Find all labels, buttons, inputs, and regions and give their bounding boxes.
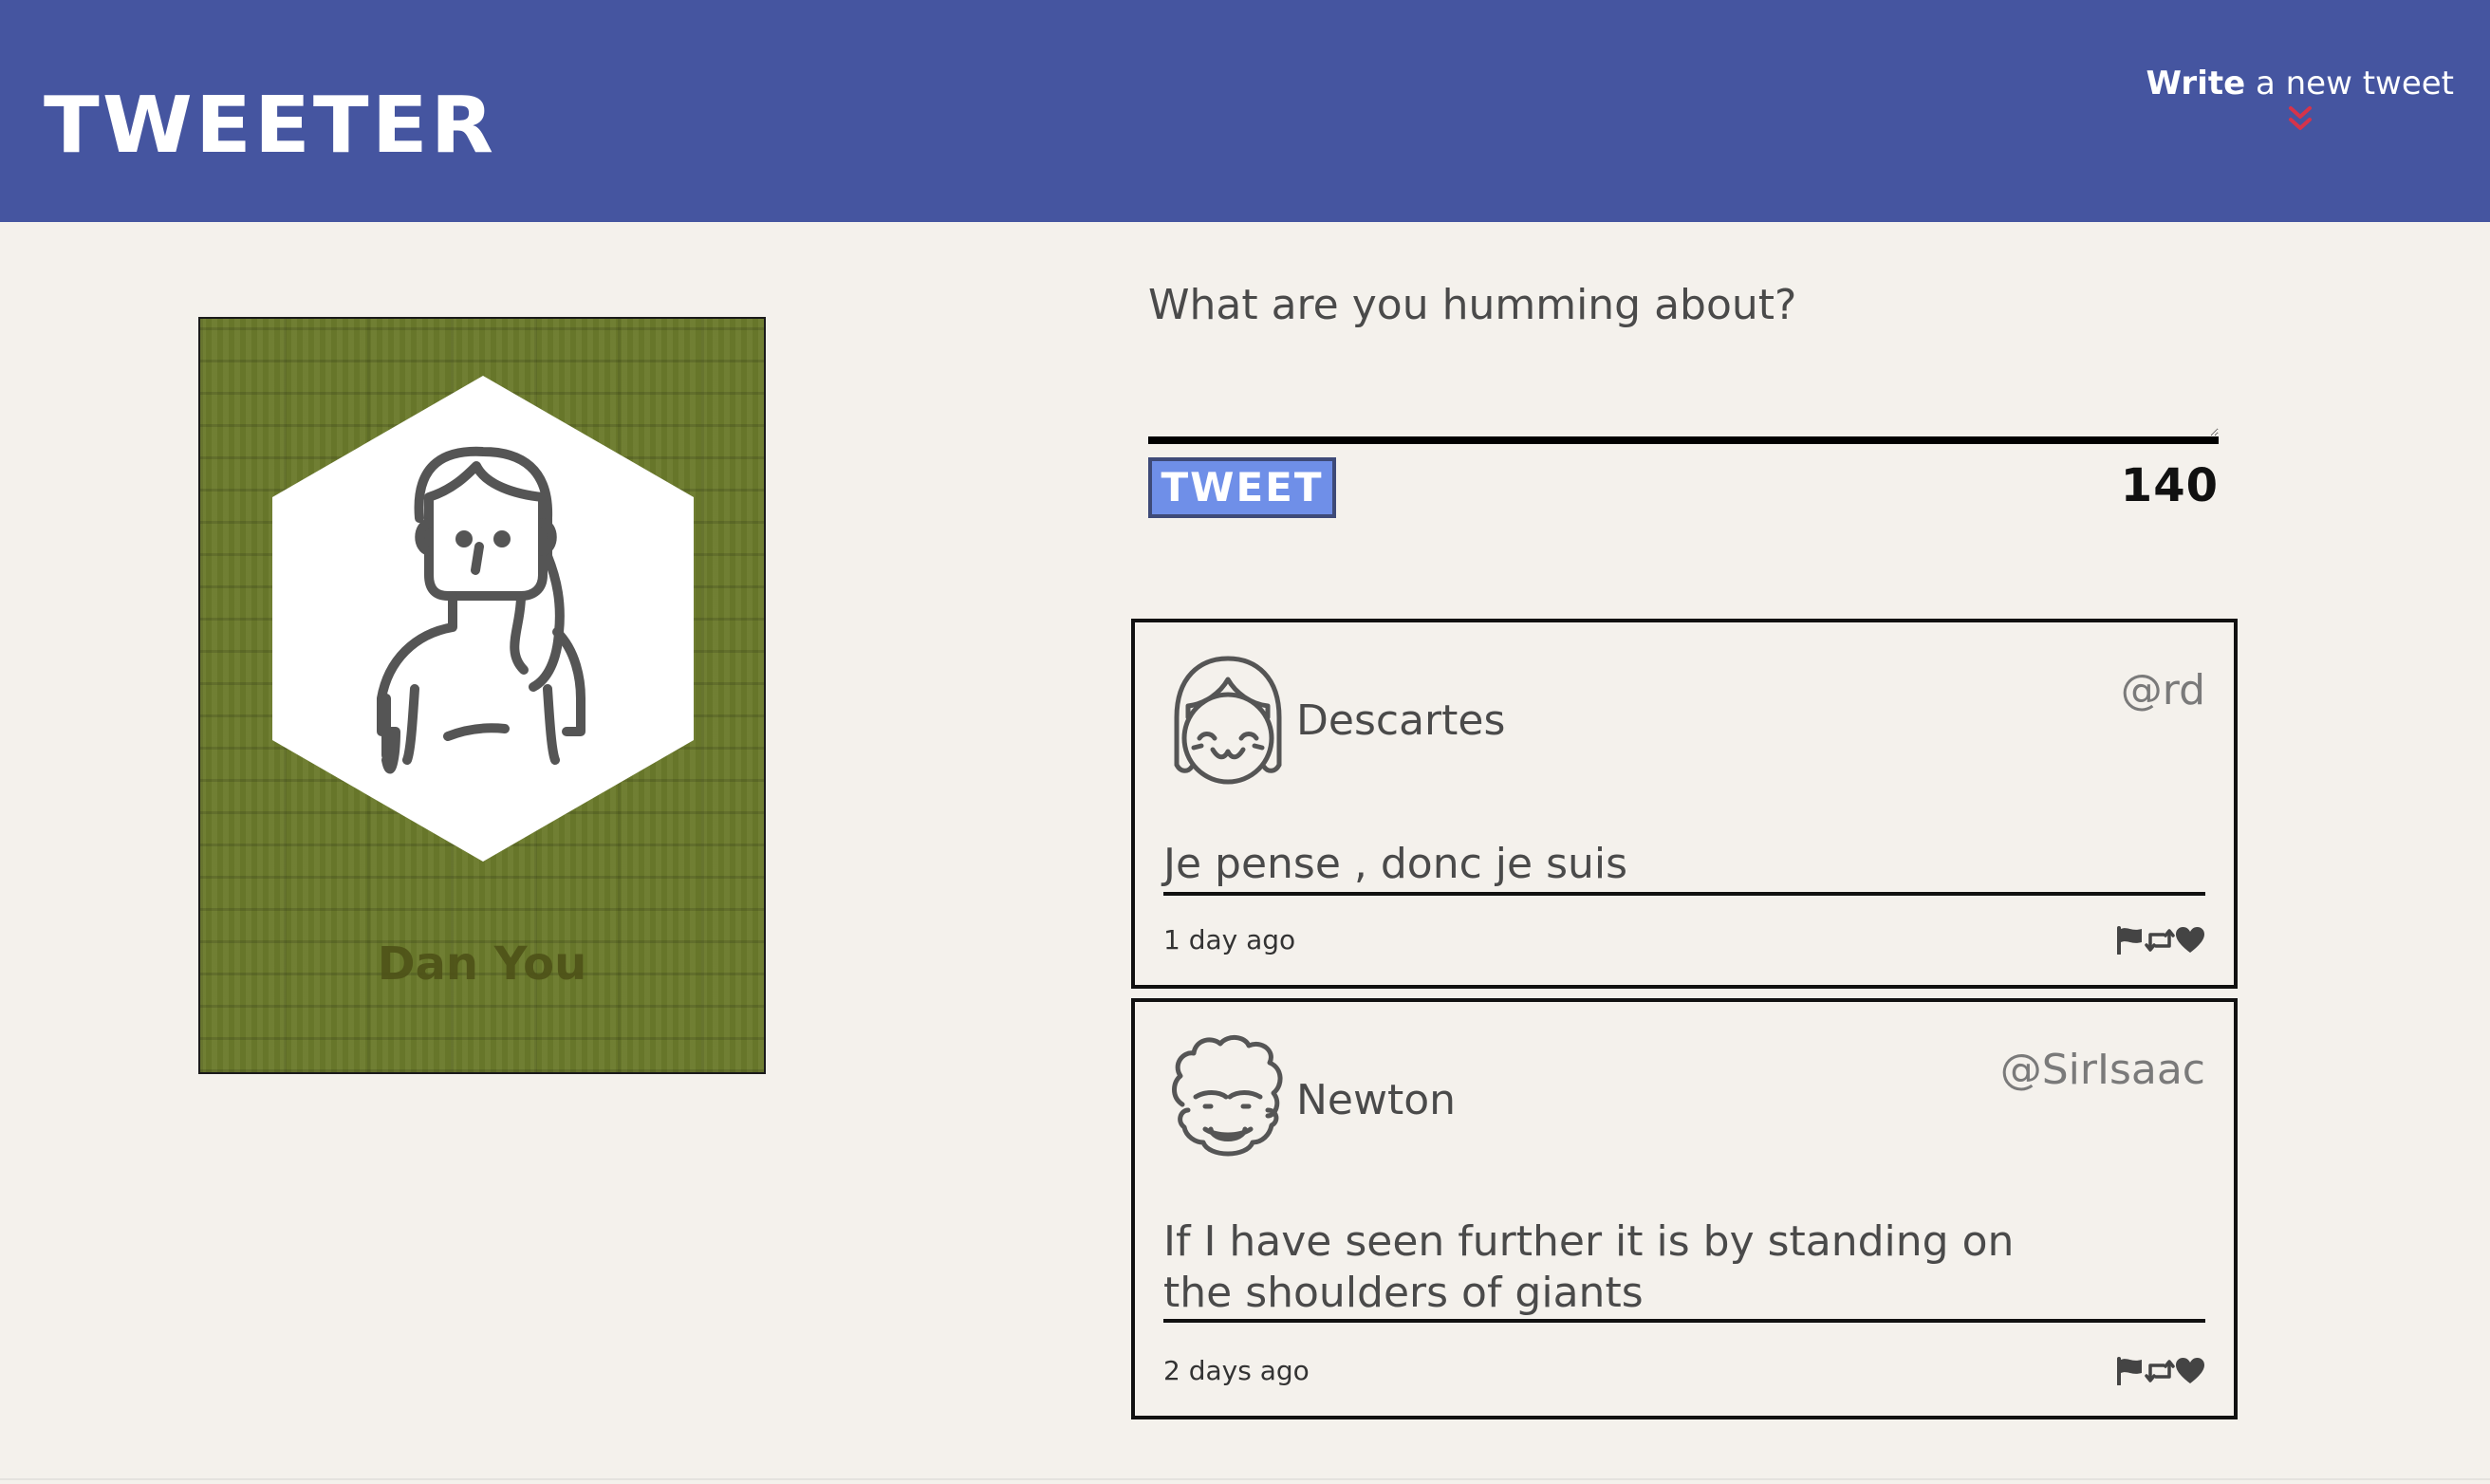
girl-avatar-icon	[1174, 656, 1282, 785]
tweet-timestamp: 2 days ago	[1163, 1355, 1310, 1386]
app-logo[interactable]: TWEETER	[44, 87, 496, 165]
tweet-timestamp: 1 day ago	[1163, 924, 1296, 955]
tweet-author-name: Newton	[1296, 1076, 1457, 1124]
tweet-textarea[interactable]	[1148, 275, 2219, 444]
tweet-author-handle: @rd	[2120, 666, 2205, 714]
write-bold-label: Write	[2146, 65, 2246, 102]
page-divider	[0, 1478, 2490, 1480]
write-rest-label: a new tweet	[2255, 65, 2454, 102]
character-counter: 140	[2120, 459, 2219, 512]
tweet-card: Descartes @rd Je pense , donc je suis 1 …	[1131, 619, 2238, 989]
retweet-icon[interactable]	[2145, 1357, 2175, 1385]
profile-name: Dan You	[377, 937, 587, 991]
tweet-button[interactable]: TWEET	[1148, 457, 1336, 518]
composer-controls: TWEET 140	[1148, 457, 2219, 533]
tweet-text: Je pense , donc je suis	[1163, 839, 2205, 896]
tweet-author-name: Descartes	[1296, 696, 1506, 745]
tweet-actions	[2114, 1357, 2205, 1385]
tweet-text-underline	[1163, 1319, 2205, 1323]
double-chevron-down-icon[interactable]	[2288, 105, 2313, 134]
tweet-composer: TWEET 140	[1148, 275, 2219, 533]
tweet-author-handle: @SirIsaac	[1999, 1046, 2205, 1094]
write-new-tweet-toggle[interactable]: Write a new tweet	[2146, 65, 2454, 134]
tweet-card: Newton @SirIsaac If I have seen further …	[1131, 998, 2238, 1419]
flag-icon[interactable]	[2114, 1357, 2145, 1385]
profile-card: Dan You	[198, 317, 766, 1074]
retweet-icon[interactable]	[2145, 926, 2175, 955]
tweet-text: If I have seen further it is by standing…	[1163, 1217, 2015, 1317]
flag-icon[interactable]	[2114, 926, 2145, 955]
heart-icon[interactable]	[2175, 1357, 2205, 1385]
top-nav: TWEETER Write a new tweet	[0, 0, 2490, 222]
heart-icon[interactable]	[2175, 926, 2205, 955]
profile-avatar	[272, 376, 694, 862]
tweet-actions	[2114, 926, 2205, 955]
write-new-tweet-label[interactable]: Write a new tweet	[2146, 65, 2454, 102]
curly-hair-avatar-icon	[1172, 1035, 1283, 1157]
